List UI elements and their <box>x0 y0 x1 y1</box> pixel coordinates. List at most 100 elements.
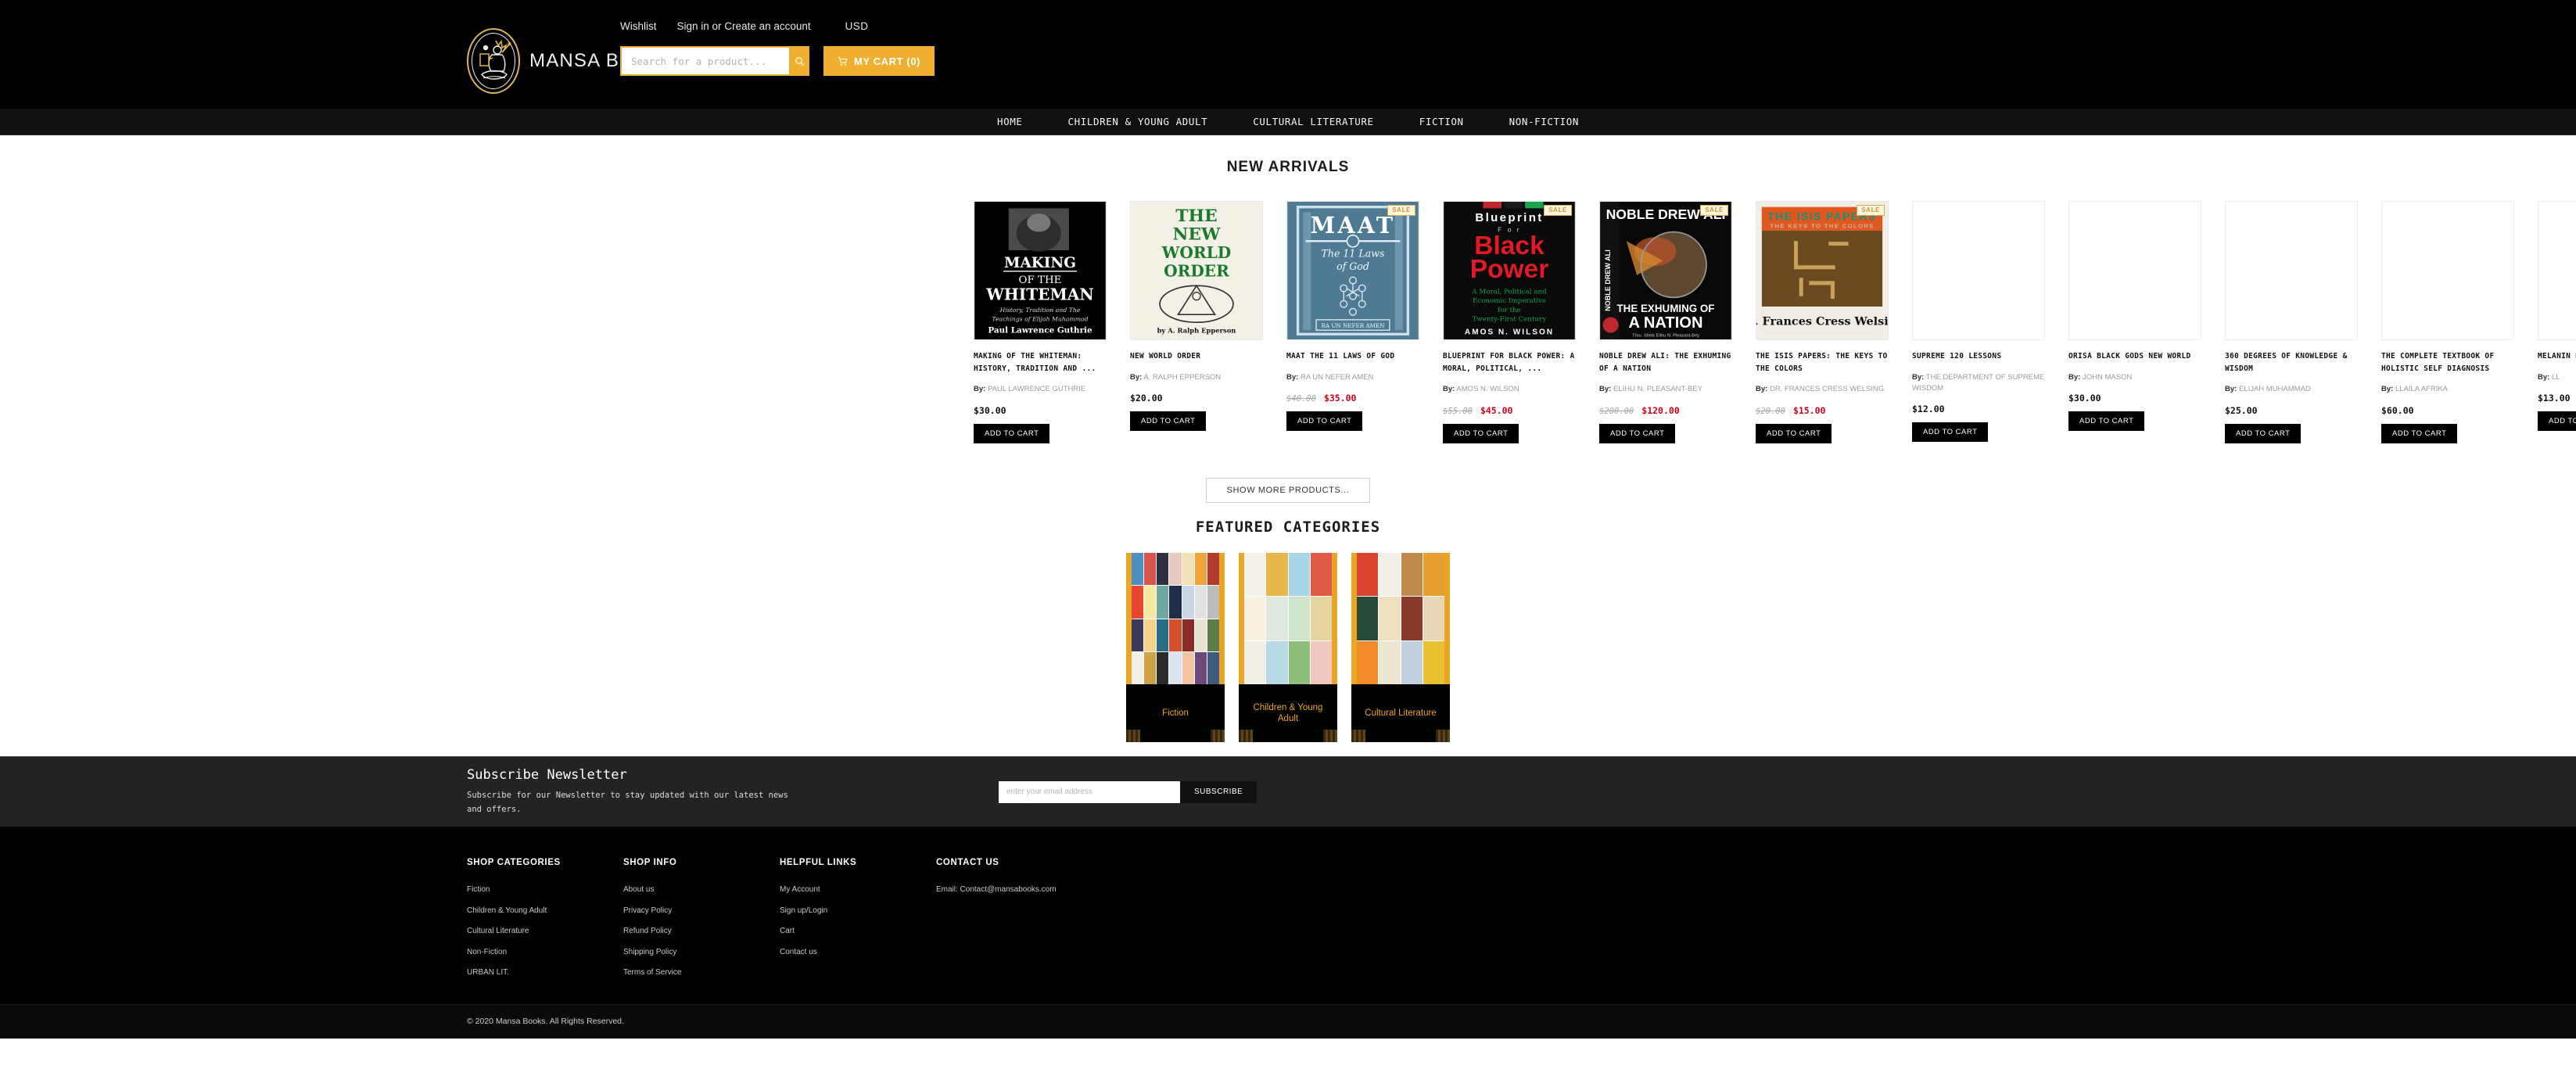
category-card[interactable]: Cultural Literature <box>1351 553 1450 742</box>
product-image[interactable]: THE NEW WORLD ORDER by A. Ralph Epperson <box>1130 201 1263 340</box>
product-author: By: A. RALPH EPPERSON <box>1130 372 1263 383</box>
footer-link[interactable]: Children & Young Adult <box>467 906 623 917</box>
product-card[interactable]: MAAT The 11 Laws of God RA UN NEFER AMEN… <box>1286 201 1443 459</box>
product-title[interactable]: THE ISIS PAPERS: THE KEYS TO THE COLORS <box>1756 350 1889 375</box>
collage-tile <box>1357 640 1379 684</box>
collage-tile <box>1182 651 1194 684</box>
product-author: By: LL <box>2538 372 2576 383</box>
add-to-cart-button[interactable]: ADD TO CART <box>2381 423 2458 443</box>
product-image[interactable]: THE ISIS PAPERS THE KEYS TO THE COLORS D… <box>1756 201 1889 340</box>
add-to-cart-button[interactable]: ADD TO CART <box>2225 423 2302 443</box>
product-card[interactable]: Blueprint F o r Black Power A Moral, Pol… <box>1443 201 1599 459</box>
add-to-cart-button[interactable]: ADD TO CART <box>2538 411 2576 431</box>
newsletter-section: Subscribe Newsletter Subscribe for our N… <box>0 756 2576 827</box>
product-card[interactable]: 360 DEGREES OF KNOWLEDGE & WISDOM By: ELI… <box>2225 201 2381 459</box>
search-input[interactable] <box>620 46 789 76</box>
product-card[interactable]: THE NEW WORLD ORDER by A. Ralph Epperson… <box>1130 201 1286 459</box>
product-image[interactable]: NOBLE DREW ALI NOBLE DREW ALI THE EXHUMI… <box>1599 201 1732 340</box>
add-to-cart-button[interactable]: ADD TO CART <box>1443 423 1519 443</box>
product-card[interactable]: MAKING OF THE WHITEMAN History, Traditio… <box>974 201 1130 459</box>
book-cover-new-world-order: THE NEW WORLD ORDER by A. Ralph Epperson <box>1131 202 1262 339</box>
nav-item-cultural-literature[interactable]: CULTURAL LITERATURE <box>1253 116 1373 127</box>
add-to-cart-button[interactable]: ADD TO CART <box>1756 423 1832 443</box>
nav-item-children-young-adult[interactable]: CHILDREN & YOUNG ADULT <box>1068 116 1208 127</box>
product-title[interactable]: THE COMPLETE TEXTBOOK OF HOLISTIC SELF D… <box>2381 350 2514 375</box>
book-cover-making-of-the-whiteman: MAKING OF THE WHITEMAN History, Traditio… <box>974 202 1106 339</box>
product-title[interactable]: ORISA BLACK GODS NEW WORLD <box>2068 350 2201 363</box>
svg-text:MAKING: MAKING <box>1004 255 1076 271</box>
product-image[interactable]: MAAT The 11 Laws of God RA UN NEFER AMEN… <box>1286 201 1419 340</box>
product-title[interactable]: MAKING OF THE WHITEMAN: HISTORY, TRADITI… <box>974 350 1107 375</box>
product-image[interactable] <box>2538 201 2576 340</box>
create-account-link[interactable]: Create an account <box>724 20 810 32</box>
search-button[interactable] <box>789 46 809 76</box>
product-image[interactable] <box>1912 201 2045 340</box>
footer-link[interactable]: Terms of Service <box>623 967 780 978</box>
product-image[interactable]: MAKING OF THE WHITEMAN History, Traditio… <box>974 201 1107 340</box>
footer-link[interactable]: Privacy Policy <box>623 906 780 917</box>
add-to-cart-button[interactable]: ADD TO CART <box>1130 411 1207 431</box>
new-arrivals-carousel[interactable]: MAKING OF THE WHITEMAN History, Traditio… <box>0 201 2576 459</box>
product-card[interactable]: THE COMPLETE TEXTBOOK OF HOLISTIC SELF D… <box>2381 201 2538 459</box>
add-to-cart-button[interactable]: ADD TO CART <box>1912 422 1989 443</box>
collage-tile <box>1379 553 1401 597</box>
add-to-cart-button[interactable]: ADD TO CART <box>1286 411 1363 431</box>
product-card[interactable]: THE ISIS PAPERS THE KEYS TO THE COLORS D… <box>1756 201 1912 459</box>
product-image[interactable]: Blueprint F o r Black Power A Moral, Pol… <box>1443 201 1576 340</box>
product-card[interactable]: SUPREME 120 LESSONS By: THE DEPARTMENT OF… <box>1912 201 2068 459</box>
product-title[interactable]: BLUEPRINT FOR BLACK POWER: A MORAL, POLI… <box>1443 350 1576 375</box>
footer-link[interactable]: Sign up/Login <box>780 906 936 917</box>
category-card[interactable]: Fiction <box>1126 553 1225 742</box>
footer-link[interactable]: Non-Fiction <box>467 947 623 958</box>
newsletter-email-input[interactable] <box>999 780 1180 803</box>
show-more-products-button[interactable]: SHOW MORE PRODUCTS... <box>1205 478 1371 503</box>
product-title[interactable]: MELANIN BLACK <box>2538 350 2576 363</box>
svg-text:History, Tradition and The: History, Tradition and The <box>999 307 1081 314</box>
footer-link[interactable]: About us <box>623 884 780 895</box>
book-cover-noble-drew-ali: NOBLE DREW ALI NOBLE DREW ALI THE EXHUMI… <box>1600 202 1731 339</box>
product-image[interactable] <box>2068 201 2201 340</box>
newsletter-subscribe-button[interactable]: SUBSCRIBE <box>1180 780 1258 803</box>
footer-link[interactable]: Refund Policy <box>623 926 780 937</box>
nav-item-home[interactable]: HOME <box>997 116 1023 127</box>
cart-button[interactable]: MY CART (0) <box>823 46 935 76</box>
product-title[interactable]: MAAT THE 11 LAWS OF GOD <box>1286 350 1419 363</box>
collage-tile <box>1266 553 1288 597</box>
collage-tile <box>1207 586 1219 619</box>
product-card[interactable]: ORISA BLACK GODS NEW WORLD By: JOHN MASON… <box>2068 201 2225 459</box>
add-to-cart-button[interactable]: ADD TO CART <box>1599 423 1676 443</box>
footer-link[interactable]: Cart <box>780 926 936 937</box>
svg-text:NOBLE DREW ALI: NOBLE DREW ALI <box>1604 249 1612 311</box>
add-to-cart-button[interactable]: ADD TO CART <box>2068 411 2145 431</box>
product-title[interactable]: NOBLE DREW ALI: THE EXHUMING OF A NATION <box>1599 350 1732 375</box>
category-card[interactable]: Children & Young Adult <box>1239 553 1337 742</box>
product-title[interactable]: 360 DEGREES OF KNOWLEDGE & WISDOM <box>2225 350 2358 375</box>
footer-link[interactable]: My Account <box>780 884 936 895</box>
product-card[interactable]: NOBLE DREW ALI NOBLE DREW ALI THE EXHUMI… <box>1599 201 1756 459</box>
sign-in-link[interactable]: Sign in <box>677 20 709 32</box>
product-image[interactable] <box>2225 201 2358 340</box>
svg-text:THE KEYS TO THE COLORS: THE KEYS TO THE COLORS <box>1770 223 1874 230</box>
collage-tile <box>1310 553 1332 597</box>
add-to-cart-button[interactable]: ADD TO CART <box>974 423 1050 443</box>
nav-item-non-fiction[interactable]: NON-FICTION <box>1509 116 1579 127</box>
product-card[interactable]: MELANIN BLACK By: LL $13.00 ADD TO CART <box>2538 201 2576 459</box>
footer-link[interactable]: URBAN LIT. <box>467 967 623 978</box>
mansa-king-logo-icon <box>467 28 520 94</box>
or-text: or <box>712 20 722 32</box>
footer-link[interactable]: Shipping Policy <box>623 947 780 958</box>
nav-item-fiction[interactable]: FICTION <box>1419 116 1464 127</box>
collage-tile <box>1157 651 1169 684</box>
currency-selector[interactable]: USD <box>845 20 869 32</box>
product-image[interactable] <box>2381 201 2514 340</box>
product-author-name: JOHN MASON <box>2080 372 2133 382</box>
footer-link[interactable]: Contact us <box>780 947 936 958</box>
collage-tile <box>1132 651 1144 684</box>
product-title[interactable]: SUPREME 120 LESSONS <box>1912 350 2045 363</box>
product-title[interactable]: NEW WORLD ORDER <box>1130 350 1263 363</box>
product-price: $30.00 <box>974 405 1107 416</box>
footer-link[interactable]: Fiction <box>467 884 623 895</box>
product-author-name: LL <box>2549 372 2560 382</box>
svg-text:AMOS N. WILSON: AMOS N. WILSON <box>1465 328 1554 336</box>
footer-link[interactable]: Cultural Literature <box>467 926 623 937</box>
